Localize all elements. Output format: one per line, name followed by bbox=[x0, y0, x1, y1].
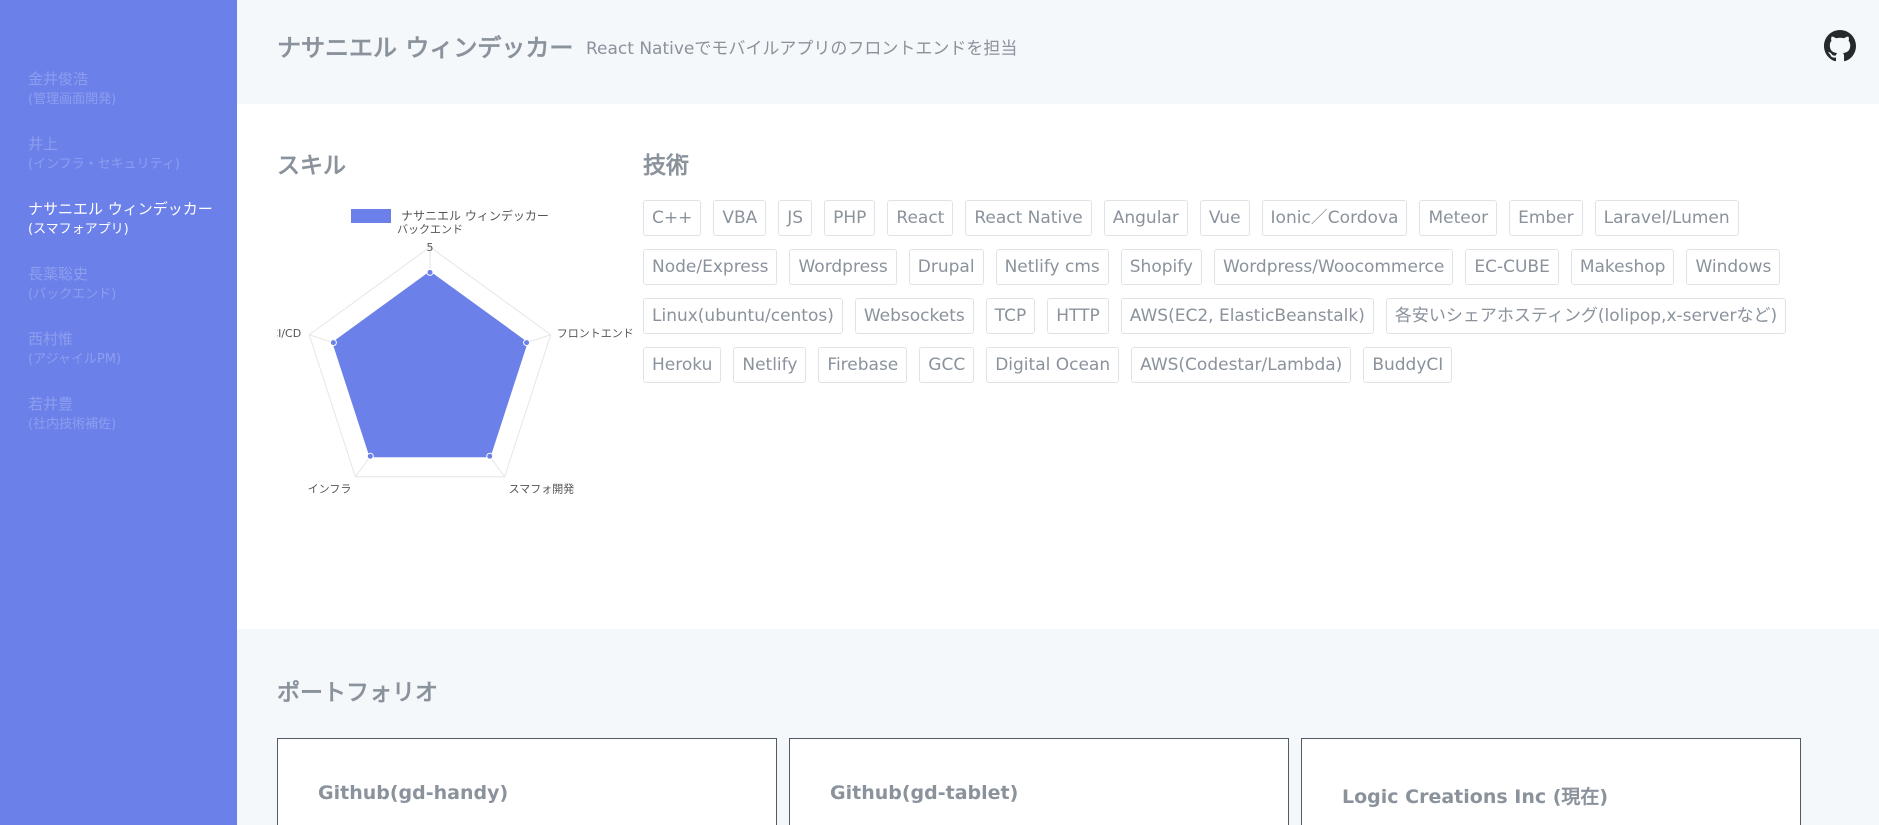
sidebar-item-role: (管理画面開発) bbox=[28, 92, 117, 107]
tech-tag[interactable]: Node/Express bbox=[643, 249, 778, 285]
tech-tag[interactable]: HTTP bbox=[1047, 298, 1109, 334]
tech-tag[interactable]: GCC bbox=[919, 347, 975, 383]
radar-tick-label: 5 bbox=[427, 241, 434, 254]
skills-section: スキル ナサニエル ウィンデッカー バックエンドフロントエンドスマフォ開発 インフ… bbox=[237, 104, 1879, 629]
radar-point bbox=[486, 452, 494, 460]
tech-tag[interactable]: Shopify bbox=[1120, 249, 1202, 285]
tech-tag[interactable]: Firebase bbox=[818, 347, 908, 383]
portfolio-section: ポートフォリオ Github(gd-handy) Github(gd-table… bbox=[237, 629, 1879, 825]
tech-tag[interactable]: JS bbox=[778, 200, 813, 236]
sidebar-item-role: (スマフォアプリ) bbox=[28, 222, 129, 237]
sidebar-item-nishimura[interactable]: 西村惟 (アジャイルPM) bbox=[0, 328, 237, 393]
tech-tag[interactable]: Websockets bbox=[854, 298, 974, 334]
radar-axis-label: インフラ bbox=[308, 483, 352, 496]
github-icon[interactable] bbox=[1824, 30, 1856, 62]
tech-tag[interactable]: Linux(ubuntu/centos) bbox=[643, 298, 843, 334]
sidebar-item-name: ナサニエル ウィンデッカー bbox=[28, 200, 213, 218]
tech-tag[interactable]: Netlify bbox=[733, 347, 807, 383]
tech-tag[interactable]: Meteor bbox=[1419, 200, 1498, 236]
sidebar: 金井俊浩 (管理画面開発) 井上 (インフラ・セキュリティ) ナサニエル ウィン… bbox=[0, 0, 237, 825]
tech-tag[interactable]: Wordpress bbox=[789, 249, 897, 285]
sidebar-item-name: 長薬聡史 bbox=[28, 265, 89, 283]
portfolio-card-title: Github(gd-handy) bbox=[318, 782, 509, 804]
portfolio-card[interactable]: Github(gd-handy) bbox=[277, 738, 777, 825]
tech-tag-list: C++ VBA JS PHP React React Native Angular Vue Io… bbox=[643, 200, 1853, 396]
portfolio-title: ポートフォリオ bbox=[277, 680, 438, 706]
sidebar-item-nagayaku[interactable]: 長薬聡史 (バックエンド) bbox=[0, 263, 237, 328]
sidebar-item-name: 若井豊 bbox=[28, 395, 74, 413]
tech-tag[interactable]: Drupal bbox=[908, 249, 984, 285]
tech-tag[interactable]: Windows bbox=[1686, 249, 1781, 285]
profile-header: ナサニエル ウィンデッカー React Nativeでモバイルアプリのフロントエ… bbox=[237, 0, 1879, 104]
tech-tag[interactable]: Netlify cms bbox=[995, 249, 1109, 285]
tech-tag[interactable]: AWS(Codestar/Lambda) bbox=[1131, 347, 1352, 383]
tech-tag[interactable]: C++ bbox=[643, 200, 702, 236]
portfolio-card-title: Logic Creations Inc (現在) bbox=[1342, 786, 1609, 808]
tech-tag[interactable]: Angular bbox=[1103, 200, 1188, 236]
portfolio-card[interactable]: Logic Creations Inc (現在) bbox=[1301, 738, 1801, 825]
sidebar-item-nathaniel[interactable]: ナサニエル ウィンデッカー (スマフォアプリ) bbox=[0, 198, 237, 263]
radar-axis-label: フロントエンド bbox=[557, 327, 634, 340]
sidebar-item-name: 西村惟 bbox=[28, 330, 74, 348]
radar-axis-label: スマフォ開発 bbox=[509, 482, 575, 496]
profile-name: ナサニエル ウィンデッカー bbox=[277, 34, 574, 62]
sidebar-item-inoue[interactable]: 井上 (インフラ・セキュリティ) bbox=[0, 133, 237, 198]
tech-tag[interactable]: Laravel/Lumen bbox=[1594, 200, 1739, 236]
tech-tag[interactable]: React bbox=[887, 200, 954, 236]
tech-tag[interactable]: Ember bbox=[1509, 200, 1583, 236]
sidebar-item-role: (インフラ・セキュリティ) bbox=[28, 157, 180, 172]
tech-tag[interactable]: Heroku bbox=[643, 347, 722, 383]
tech-tag[interactable]: Wordpress/Woocommerce bbox=[1214, 249, 1454, 285]
radar-series-area bbox=[332, 271, 528, 458]
radar-axis-label: バックエンド bbox=[397, 223, 463, 236]
tech-tag[interactable]: AWS(EC2, ElasticBeanstalk) bbox=[1120, 298, 1374, 334]
sidebar-item-role: (バックエンド) bbox=[28, 287, 117, 302]
radar-point bbox=[426, 268, 434, 276]
tech-title: 技術 bbox=[643, 153, 689, 179]
tech-tag[interactable]: Ionic／Cordova bbox=[1261, 200, 1408, 236]
sidebar-item-wakai[interactable]: 若井豊 (社内技術補佐) bbox=[0, 393, 237, 458]
sidebar-item-role: (アジャイルPM) bbox=[28, 352, 122, 367]
skills-title: スキル bbox=[277, 153, 346, 179]
sidebar-item-kanai[interactable]: 金井俊浩 (管理画面開発) bbox=[0, 68, 237, 133]
tech-tag[interactable]: 各安いシェアホスティング(lolipop,x-serverなど) bbox=[1385, 298, 1787, 334]
tech-tag[interactable]: Digital Ocean bbox=[986, 347, 1120, 383]
portfolio-card-title: Github(gd-tablet) bbox=[830, 782, 1019, 804]
sidebar-item-name: 金井俊浩 bbox=[28, 70, 89, 88]
tech-tag[interactable]: React Native bbox=[965, 200, 1092, 236]
profile-subtitle: React Nativeでモバイルアプリのフロントエンドを担当 bbox=[586, 39, 1018, 59]
tech-tag[interactable]: VBA bbox=[713, 200, 767, 236]
legend-label: ナサニエル ウィンデッカー bbox=[401, 208, 549, 223]
portfolio-card[interactable]: Github(gd-tablet) bbox=[789, 738, 1289, 825]
sidebar-item-role: (社内技術補佐) bbox=[28, 417, 117, 432]
tech-tag[interactable]: Makeshop bbox=[1570, 249, 1675, 285]
sidebar-item-name: 井上 bbox=[28, 135, 59, 153]
tech-tag[interactable]: PHP bbox=[824, 200, 876, 236]
radar-point bbox=[366, 452, 374, 460]
radar-axis-label: CI/CD bbox=[277, 327, 301, 340]
tech-tag[interactable]: EC-CUBE bbox=[1465, 249, 1559, 285]
radar-point bbox=[329, 339, 337, 347]
github-icon-svg bbox=[1824, 30, 1856, 62]
tech-tag[interactable]: TCP bbox=[985, 298, 1036, 334]
tech-tag[interactable]: Vue bbox=[1199, 200, 1250, 236]
skills-radar-chart: ナサニエル ウィンデッカー バックエンドフロントエンドスマフォ開発 インフラ CI/… bbox=[277, 208, 634, 496]
legend-swatch bbox=[351, 209, 391, 223]
radar-point bbox=[523, 339, 531, 347]
tech-tag[interactable]: BuddyCI bbox=[1363, 347, 1453, 383]
